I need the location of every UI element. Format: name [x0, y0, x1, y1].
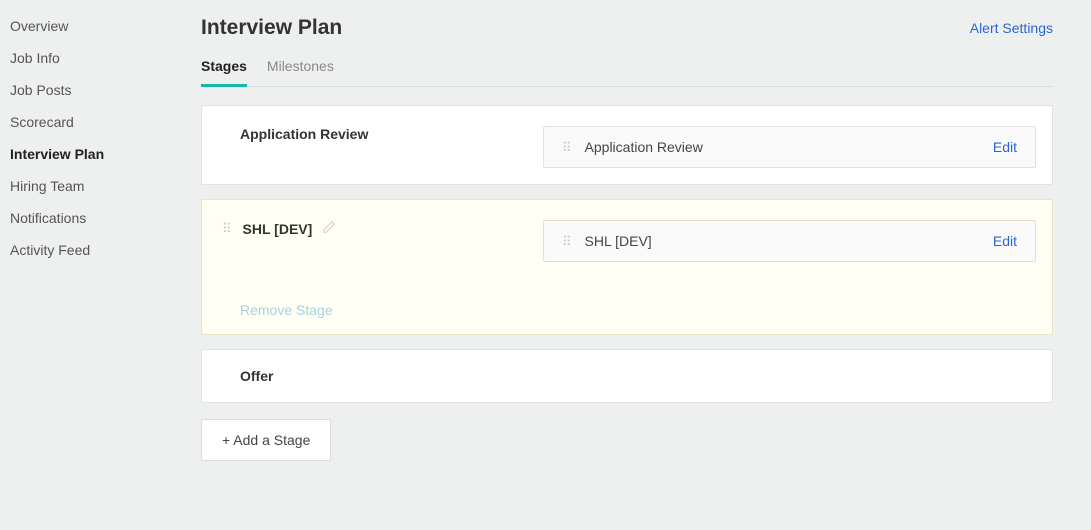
tab-milestones[interactable]: Milestones: [267, 58, 334, 86]
sidebar: Overview Job Info Job Posts Scorecard In…: [0, 0, 185, 530]
interview-row: ⠿ Application Review Edit: [543, 126, 1036, 168]
drag-handle-icon[interactable]: ⠿: [562, 141, 573, 154]
page-title: Interview Plan: [201, 16, 342, 40]
sidebar-item-interview-plan[interactable]: Interview Plan: [10, 138, 185, 170]
sidebar-item-hiring-team[interactable]: Hiring Team: [10, 170, 185, 202]
stage-card-shl-dev: ⠿ SHL [DEV] ⠿ SHL [DEV] Edit: [201, 199, 1053, 335]
stage-card-offer: Offer: [201, 349, 1053, 403]
stage-title: SHL [DEV]: [243, 221, 313, 237]
sidebar-item-overview[interactable]: Overview: [10, 10, 185, 42]
interview-row: ⠿ SHL [DEV] Edit: [543, 220, 1036, 262]
remove-stage-link[interactable]: Remove Stage: [240, 302, 1036, 318]
edit-interview-link[interactable]: Edit: [993, 139, 1017, 155]
stage-title: Application Review: [222, 126, 368, 142]
pencil-icon[interactable]: [322, 220, 336, 237]
edit-interview-link[interactable]: Edit: [993, 233, 1017, 249]
add-stage-button[interactable]: + Add a Stage: [201, 419, 331, 461]
interview-label: Application Review: [585, 139, 703, 155]
stage-title: Offer: [240, 368, 273, 384]
tab-stages[interactable]: Stages: [201, 58, 247, 87]
interview-label: SHL [DEV]: [585, 233, 652, 249]
sidebar-item-job-info[interactable]: Job Info: [10, 42, 185, 74]
drag-handle-icon[interactable]: ⠿: [562, 235, 573, 248]
stage-card-application-review: Application Review ⠿ Application Review …: [201, 105, 1053, 185]
drag-handle-icon[interactable]: ⠿: [222, 222, 233, 235]
sidebar-item-notifications[interactable]: Notifications: [10, 202, 185, 234]
main-content: Interview Plan Alert Settings Stages Mil…: [185, 0, 1091, 530]
sidebar-item-activity-feed[interactable]: Activity Feed: [10, 234, 185, 266]
sidebar-item-scorecard[interactable]: Scorecard: [10, 106, 185, 138]
alert-settings-link[interactable]: Alert Settings: [970, 20, 1053, 36]
sidebar-item-job-posts[interactable]: Job Posts: [10, 74, 185, 106]
tabs: Stages Milestones: [201, 58, 1053, 87]
